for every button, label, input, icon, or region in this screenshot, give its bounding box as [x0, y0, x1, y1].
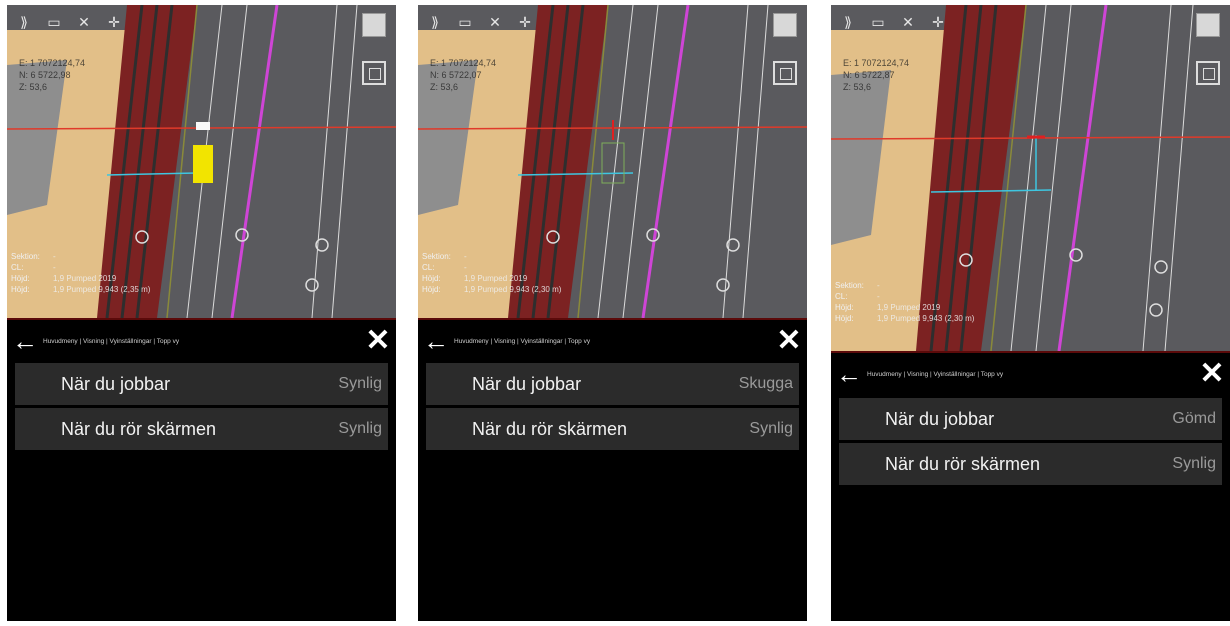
- setting-value: Synlig: [338, 420, 382, 437]
- setting-when-working[interactable]: När du jobbar Skugga: [426, 363, 799, 405]
- close-icon[interactable]: ✕: [1194, 353, 1230, 395]
- status-icons: ⟫ ▭ ✕ ✛: [837, 13, 949, 31]
- center-target-icon[interactable]: [362, 61, 386, 85]
- tool-icon: ✕: [78, 14, 90, 30]
- setting-when-touching[interactable]: När du rör skärmen Synlig: [426, 408, 799, 450]
- signal-icon: ⟫: [844, 14, 852, 30]
- map-view[interactable]: ⟫ ▭ ✕ ✛ E: 1 7072124,74 N: 6 5722,98 Z: …: [7, 5, 396, 318]
- section-readout: Sektion: - CL: - Höjd: 1,9 Pumped 2019 Höjd…: [835, 281, 975, 323]
- breadcrumb: Huvudmeny | Visning | Vyinställningar | …: [867, 370, 1004, 378]
- breadcrumb: Huvudmeny | Visning | Vyinställningar | …: [43, 337, 180, 345]
- map-view[interactable]: ⟫ ▭ ✕ ✛ E: 1 7072124,74 N: 6 5722,07 Z: …: [418, 5, 807, 318]
- setting-value: Skugga: [738, 375, 793, 392]
- arrow-left-icon[interactable]: ←: [7, 320, 43, 362]
- battery-icon: ▭: [47, 14, 61, 30]
- phone-screen-2: ⟫ ▭ ✕ ✛ E: 1 7072124,74 N: 6 5722,07 Z: …: [418, 5, 807, 621]
- settings-list: När du jobbar Skugga När du rör skärmen …: [426, 363, 799, 453]
- setting-when-touching[interactable]: När du rör skärmen Synlig: [15, 408, 388, 450]
- map-view[interactable]: ⟫ ▭ ✕ ✛ E: 1 7072124,74 N: 6 5722,87 Z: …: [831, 5, 1230, 351]
- setting-label: När du rör skärmen: [885, 453, 1041, 474]
- 3d-view-icon[interactable]: [773, 13, 797, 37]
- status-icons: ⟫ ▭ ✕ ✛: [424, 13, 536, 31]
- tool-icon: ✕: [489, 14, 501, 30]
- menu-header: ← Huvudmeny | Visning | Vyinställningar …: [831, 353, 1230, 395]
- center-target-icon[interactable]: [1196, 61, 1220, 85]
- menu-header: ← Huvudmeny | Visning | Vyinställningar …: [418, 320, 807, 362]
- setting-when-touching[interactable]: När du rör skärmen Synlig: [839, 443, 1222, 485]
- settings-list: När du jobbar Synlig När du rör skärmen …: [15, 363, 388, 453]
- setting-value: Synlig: [1172, 455, 1216, 472]
- phone-screen-3: ⟫ ▭ ✕ ✛ E: 1 7072124,74 N: 6 5722,87 Z: …: [831, 5, 1230, 621]
- section-readout: Sektion: - CL: - Höjd: 1,9 Pumped 2019 Höjd…: [11, 252, 151, 294]
- arrow-left-icon[interactable]: ←: [418, 320, 454, 362]
- 3d-view-icon[interactable]: [362, 13, 386, 37]
- close-icon[interactable]: ✕: [771, 320, 807, 362]
- setting-when-working[interactable]: När du jobbar Gömd: [839, 398, 1222, 440]
- menu-header: ← Huvudmeny | Visning | Vyinställningar …: [7, 320, 396, 362]
- compass-icon: ✛: [519, 14, 531, 30]
- center-target-icon[interactable]: [773, 61, 797, 85]
- status-icons: ⟫ ▭ ✕ ✛: [13, 13, 125, 31]
- setting-value: Synlig: [338, 375, 382, 392]
- coordinates: E: 1 7072124,74 N: 6 5722,98 Z: 53,6: [19, 58, 86, 92]
- setting-label: När du jobbar: [885, 408, 995, 429]
- battery-icon: ▭: [871, 14, 885, 30]
- compass-icon: ✛: [108, 14, 120, 30]
- section-readout: Sektion: - CL: - Höjd: 1,9 Pumped 2019 Höjd…: [422, 252, 562, 294]
- setting-label: När du jobbar: [472, 373, 582, 394]
- phone-screen-1: ⟫ ▭ ✕ ✛ E: 1 7072124,74 N: 6 5722,98 Z: …: [7, 5, 396, 621]
- signal-icon: ⟫: [431, 14, 439, 30]
- tool-icon: ✕: [902, 14, 914, 30]
- setting-when-working[interactable]: När du jobbar Synlig: [15, 363, 388, 405]
- signal-icon: ⟫: [20, 14, 28, 30]
- breadcrumb: Huvudmeny | Visning | Vyinställningar | …: [454, 337, 591, 345]
- close-icon[interactable]: ✕: [360, 320, 396, 362]
- battery-icon: ▭: [458, 14, 472, 30]
- setting-value: Gömd: [1172, 410, 1216, 427]
- setting-label: När du jobbar: [61, 373, 171, 394]
- settings-list: När du jobbar Gömd När du rör skärmen Sy…: [839, 398, 1222, 488]
- setting-label: När du rör skärmen: [61, 418, 217, 439]
- arrow-left-icon[interactable]: ←: [831, 353, 867, 395]
- setting-label: När du rör skärmen: [472, 418, 628, 439]
- compass-icon: ✛: [932, 14, 944, 30]
- coordinates: E: 1 7072124,74 N: 6 5722,87 Z: 53,6: [843, 58, 910, 92]
- coordinates: E: 1 7072124,74 N: 6 5722,07 Z: 53,6: [430, 58, 497, 92]
- 3d-view-icon[interactable]: [1196, 13, 1220, 37]
- setting-value: Synlig: [749, 420, 793, 437]
